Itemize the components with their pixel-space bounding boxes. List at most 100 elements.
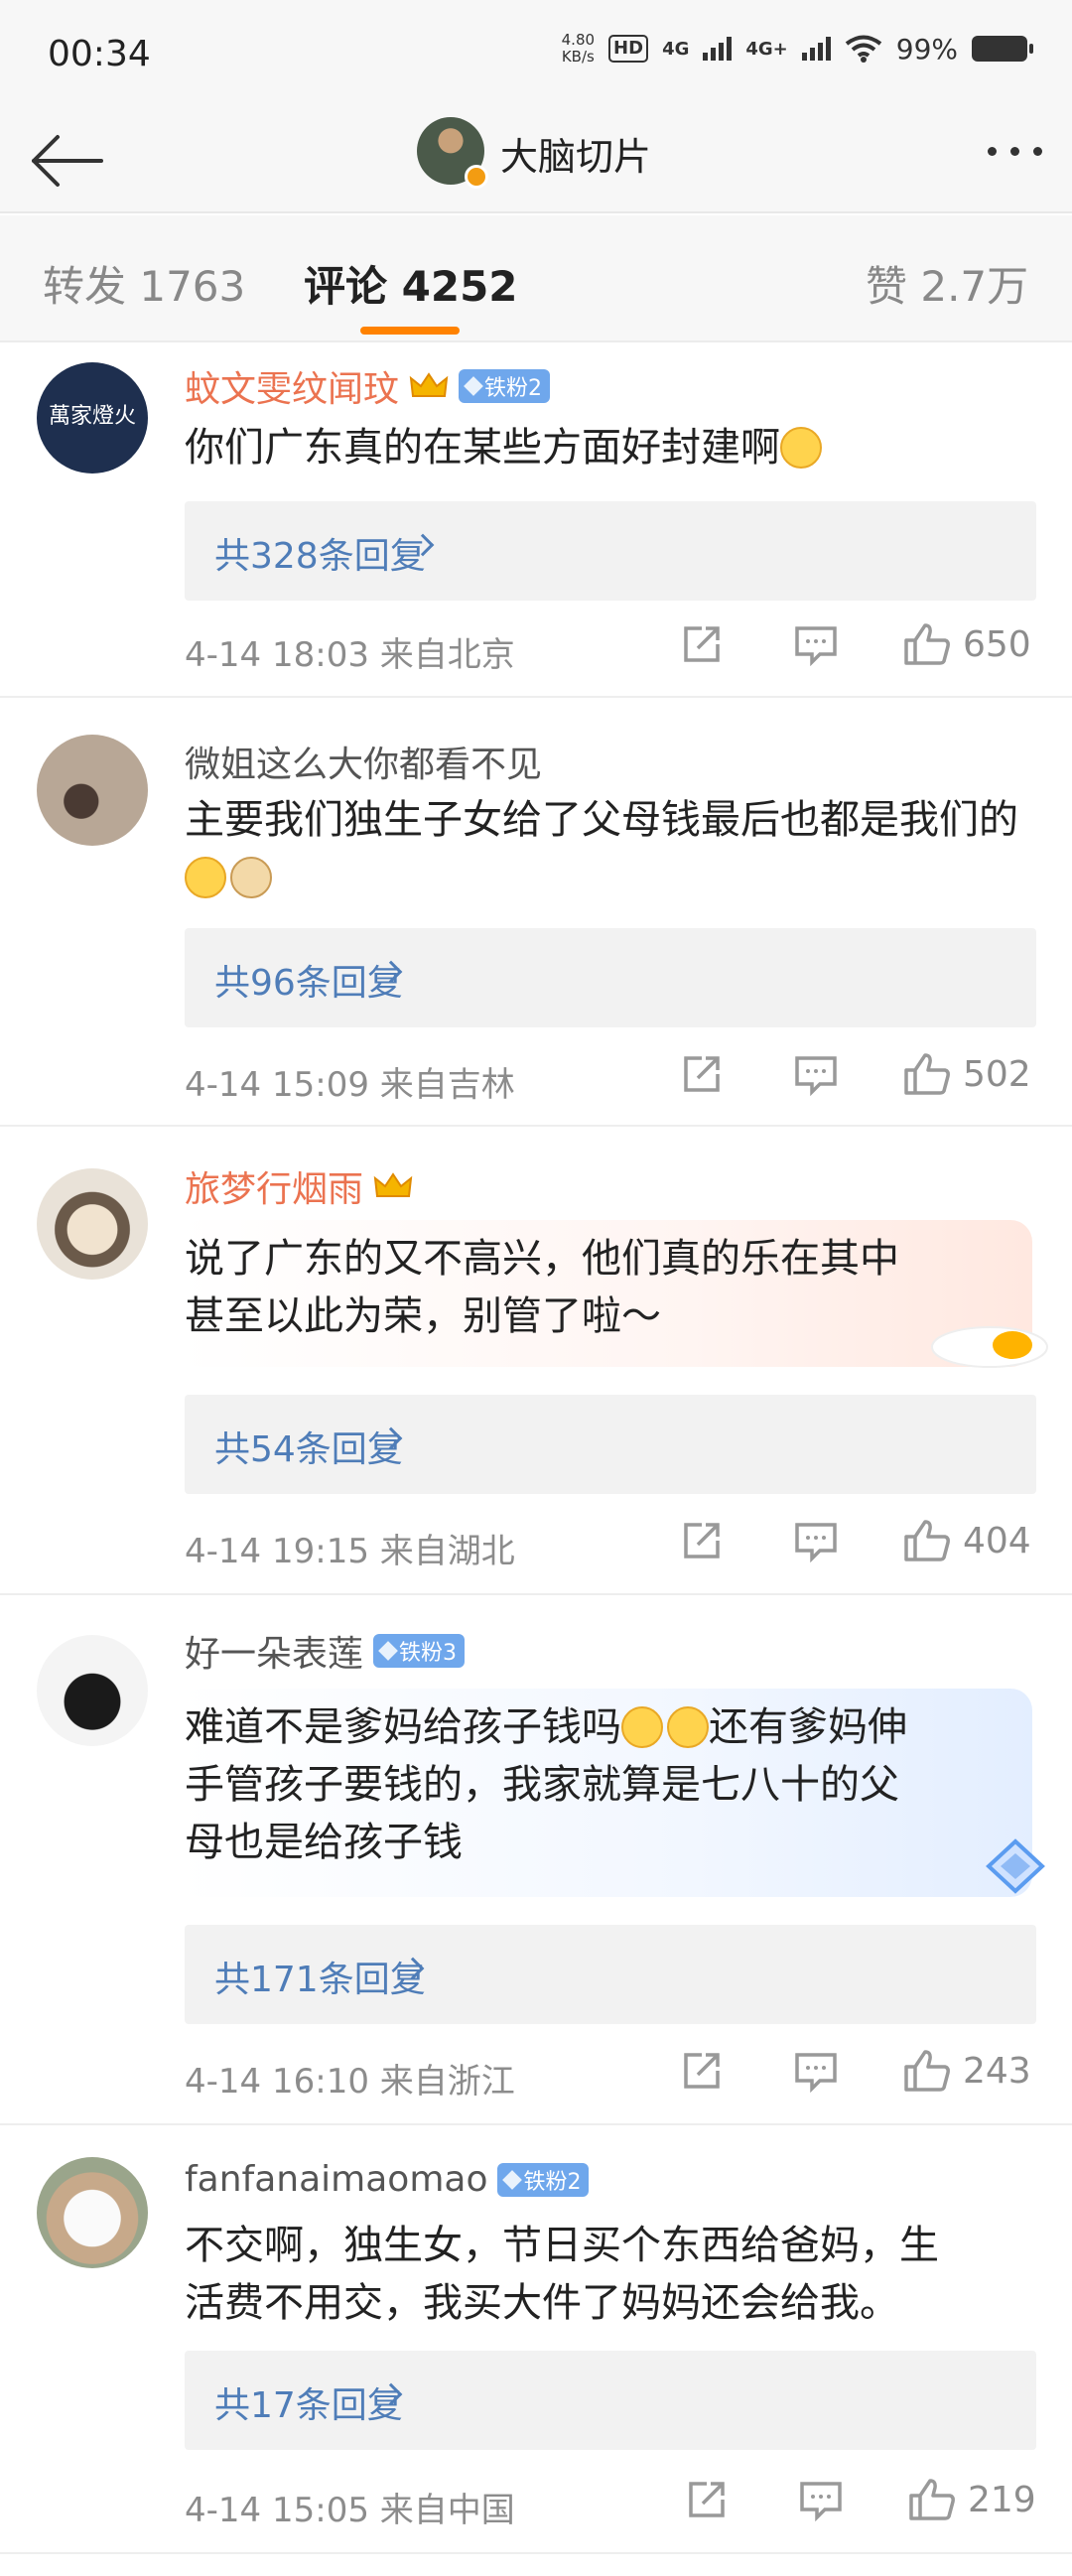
replies-link[interactable]: 共17条回复 [185, 2351, 1036, 2450]
crying-laugh-emoji-icon [621, 1706, 663, 1748]
thumbs-up-icon [904, 2050, 950, 2092]
username[interactable]: 微姐这么大你都看不见 [185, 736, 542, 787]
comment-text: 难道不是爹妈给孩子钱吗 还有爹妈伸 手管孩子要钱的，我家就算是七八十的父 母也是给… [185, 1704, 907, 1865]
share-button[interactable] [680, 1054, 724, 1094]
diamond-icon [502, 2169, 523, 2190]
crown-icon [409, 372, 449, 397]
comment-item: 好一朵表莲 铁粉3 难道不是爹妈给孩子钱吗 还有爹妈伸 手管孩子要钱的，我家就算是… [0, 1597, 1072, 2125]
comment-text: 说了广东的又不高兴，他们真的乐在其中 甚至以此为荣，别管了啦～ [185, 1236, 899, 1339]
crown-icon [373, 1172, 413, 1197]
share-button[interactable] [680, 1521, 724, 1560]
status-time: 00:34 [48, 34, 151, 74]
status-bar: 00:34 4.80 KB/s HD 4G 4G+ 99% [0, 0, 1072, 109]
comment-item: 微姐这么大你都看不见 主要我们独生子女给了父母钱最后也都是我们的 共96条回复 … [0, 700, 1072, 1127]
share-button[interactable] [685, 2480, 729, 2519]
share-button[interactable] [680, 624, 724, 664]
signal-icon [703, 37, 733, 61]
comment-button[interactable] [799, 2480, 843, 2521]
tab-likes[interactable]: 赞 2.7万 [866, 253, 1028, 314]
username[interactable]: 旅梦行烟雨 [185, 1160, 363, 1212]
comment-meta: 4-14 15:09 来自吉林 [185, 1065, 515, 1105]
username[interactable]: 蚊文雯纹闻玟 [185, 360, 399, 412]
share-icon [689, 2482, 725, 2517]
like-count: 219 [968, 2479, 1036, 2520]
replies-link[interactable]: 共171条回复 [185, 1925, 1036, 2024]
like-button[interactable]: 650 [903, 622, 1031, 666]
like-count: 650 [963, 623, 1031, 665]
diamond-icon [464, 376, 483, 396]
fan-badge: 铁粉3 [373, 1634, 466, 1668]
share-icon [684, 626, 720, 662]
comment-button[interactable] [794, 1521, 838, 1562]
comment-icon [800, 2482, 842, 2521]
user-avatar[interactable] [37, 1168, 148, 1280]
comment-icon [795, 2053, 837, 2093]
comment-meta: 4-14 16:10 来自浙江 [185, 2062, 515, 2101]
comment-meta: 4-14 19:15 来自湖北 [185, 1532, 515, 1571]
tab-bar: 转发 1763 评论 4252 赞 2.7万 [0, 215, 1072, 342]
like-button[interactable]: 219 [908, 2478, 1036, 2521]
username-row: 旅梦行烟雨 [185, 1160, 413, 1212]
crying-laugh-emoji-icon [667, 1706, 709, 1748]
comment-button[interactable] [794, 624, 838, 666]
thumbs-up-icon [909, 2479, 955, 2520]
battery-percent: 99% [895, 32, 958, 66]
back-arrow-icon[interactable] [28, 129, 107, 193]
username-row: fanfanaimaomao 铁粉2 [185, 2159, 590, 2200]
comment-item: 旅梦行烟雨 说了广东的又不高兴，他们真的乐在其中 甚至以此为荣，别管了啦～ 共5… [0, 1129, 1072, 1595]
doge-emoji-icon [230, 857, 272, 898]
thumbs-up-icon [904, 1520, 950, 1561]
fan-badge: 铁粉2 [497, 2162, 590, 2197]
battery-icon [972, 36, 1033, 62]
page-title[interactable]: 大脑切片 [500, 126, 651, 181]
username-row: 蚊文雯纹闻玟 铁粉2 [185, 360, 551, 412]
comment-text: 不交啊，独生女，节日买个东西给爸妈，生 活费不用交，我买大件了妈妈还会给我。 [185, 2223, 939, 2326]
net-speed: 4.80 KB/s [561, 31, 596, 66]
share-button[interactable] [680, 2051, 724, 2091]
user-avatar[interactable] [37, 2157, 148, 2268]
comment-text: 你们广东真的在某些方面好封建啊 [185, 419, 1038, 476]
share-icon [684, 2053, 720, 2089]
crying-laugh-emoji-icon [185, 857, 226, 898]
thumbs-up-icon [904, 1053, 950, 1095]
fan-badge: 铁粉2 [459, 369, 551, 403]
signal-icon-2 [801, 37, 831, 61]
comment-text: 主要我们独生子女给了父母钱最后也都是我们的 [185, 791, 1038, 906]
network-type-1: 4G [662, 38, 690, 60]
replies-link[interactable]: 共328条回复 [185, 501, 1036, 601]
like-count: 502 [963, 1053, 1031, 1095]
comment-item: fanfanaimaomao 铁粉2 不交啊，独生女，节日买个东西给爸妈，生 活… [0, 2127, 1072, 2554]
shy-emoji-icon [780, 427, 822, 469]
user-avatar[interactable] [37, 735, 148, 846]
like-button[interactable]: 243 [903, 2049, 1031, 2093]
thumbs-up-icon [904, 623, 950, 665]
replies-link[interactable]: 共54条回复 [185, 1395, 1036, 1494]
comment-icon [795, 1056, 837, 1096]
user-avatar[interactable] [37, 1635, 148, 1746]
tab-reposts[interactable]: 转发 1763 [43, 253, 245, 314]
comment-button[interactable] [794, 1054, 838, 1096]
more-options-icon[interactable] [988, 147, 1042, 156]
replies-link[interactable]: 共96条回复 [185, 928, 1036, 1027]
username-row: 好一朵表莲 铁粉3 [185, 1625, 466, 1677]
like-count: 404 [963, 1520, 1031, 1561]
username[interactable]: fanfanaimaomao [185, 2159, 487, 2200]
verified-badge-icon [465, 165, 488, 189]
hd-icon: HD [608, 35, 649, 63]
like-button[interactable]: 404 [903, 1519, 1031, 1562]
comment-button[interactable] [794, 2051, 838, 2093]
comment-icon [795, 1523, 837, 1562]
comment-icon [795, 626, 837, 666]
comment-item: 萬家燈火 蚊文雯纹闻玟 铁粉2 你们广东真的在某些方面好封建啊 共328条回复 … [0, 344, 1072, 698]
user-avatar[interactable]: 萬家燈火 [37, 362, 148, 474]
wifi-icon [845, 35, 881, 63]
share-icon [684, 1523, 720, 1559]
like-button[interactable]: 502 [903, 1052, 1031, 1096]
active-tab-indicator [360, 327, 460, 335]
tab-comments[interactable]: 评论 4252 [304, 253, 518, 314]
top-nav: 大脑切片 [0, 109, 1072, 213]
status-icons: 4.80 KB/s HD 4G 4G+ 99% [561, 31, 1033, 66]
like-count: 243 [963, 2050, 1031, 2092]
username[interactable]: 好一朵表莲 [185, 1625, 363, 1677]
username-row: 微姐这么大你都看不见 [185, 736, 542, 787]
